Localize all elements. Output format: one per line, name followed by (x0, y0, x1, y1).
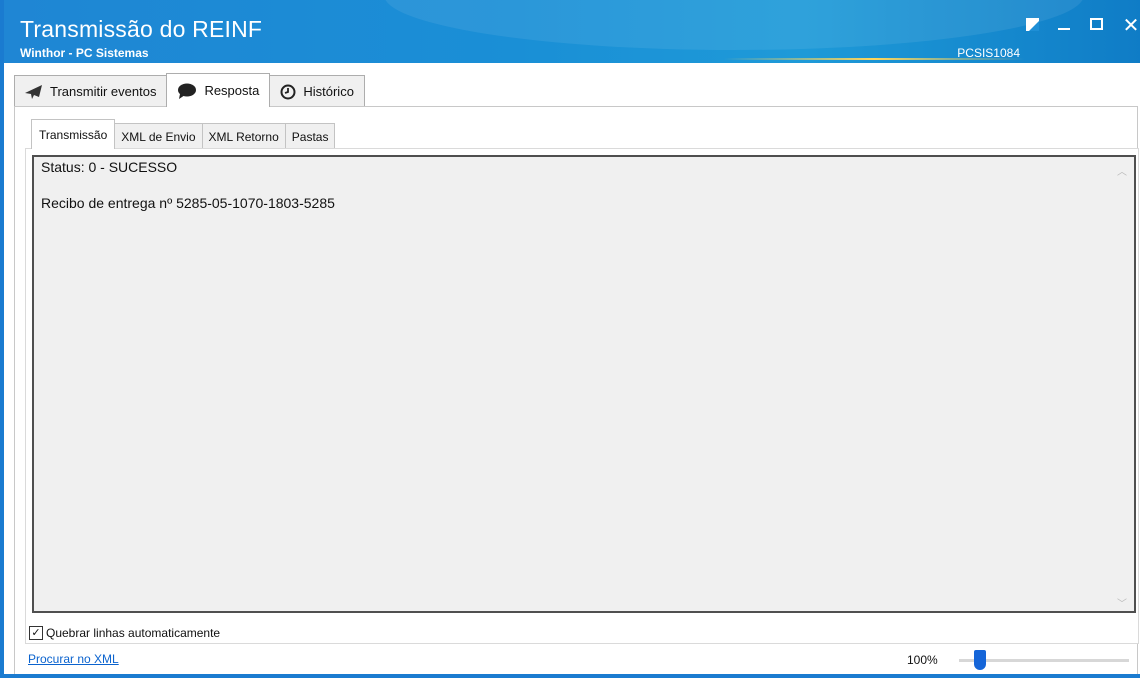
tab-transmissao[interactable]: Transmissão (31, 119, 116, 149)
receipt-line: Recibo de entrega nº 5285-05-1070-1803-5… (41, 195, 335, 211)
tab-label: Histórico (303, 84, 354, 99)
restore-button[interactable] (1026, 18, 1044, 34)
speech-bubble-icon (177, 83, 197, 99)
main-tab-strip: Transmitir eventos Resposta Histórico (14, 73, 365, 107)
tab-transmitir-eventos[interactable]: Transmitir eventos (14, 75, 168, 107)
search-xml-link[interactable]: Procurar no XML (28, 652, 119, 666)
routine-code: PCSIS1084 (957, 46, 1020, 60)
window-controls: ✕ (1026, 15, 1140, 37)
clock-icon (280, 84, 296, 100)
tab-label: Resposta (204, 83, 260, 98)
zoom-level-label: 100% (907, 653, 938, 667)
close-icon: ✕ (1122, 15, 1140, 37)
tab-xml-retorno[interactable]: XML Retorno (201, 123, 286, 149)
tab-label: Transmitir eventos (50, 84, 157, 99)
maximize-icon (1090, 18, 1103, 30)
zoom-slider-thumb[interactable] (974, 650, 986, 670)
checkmark-icon: ✓ (31, 626, 41, 639)
word-wrap-label: Quebrar linhas automaticamente (46, 626, 221, 640)
status-line: Status: 0 - SUCESSO (41, 159, 178, 175)
paper-plane-icon (25, 84, 43, 99)
app-title: Transmissão do REINF (20, 16, 263, 42)
tab-resposta[interactable]: Resposta (166, 73, 271, 107)
tab-pastas[interactable]: Pastas (284, 123, 336, 149)
window-bottom-border (4, 674, 1140, 678)
minimize-icon (1058, 28, 1070, 30)
app-window: Transmissão do REINF Winthor - PC Sistem… (0, 0, 1140, 678)
transmissao-panel: Status: 0 - SUCESSO Recibo de entrega nº… (25, 148, 1139, 644)
sub-tab-strip: Transmissão XML de Envio XML Retorno Pas… (31, 119, 336, 149)
minimize-button[interactable] (1058, 18, 1076, 34)
close-button[interactable]: ✕ (1122, 15, 1140, 37)
resposta-panel: Transmissão XML de Envio XML Retorno Pas… (14, 106, 1139, 676)
tab-xml-envio[interactable]: XML de Envio (114, 123, 203, 149)
scroll-up-arrow-icon[interactable]: ︿ (1116, 163, 1128, 178)
maximize-button[interactable] (1090, 18, 1108, 34)
word-wrap-option[interactable]: ✓ Quebrar linhas automaticamente (29, 626, 220, 640)
tab-historico[interactable]: Histórico (269, 75, 365, 107)
restore-icon (1026, 18, 1039, 31)
titlebar-decoration (384, 0, 1084, 50)
app-subtitle: Winthor - PC Sistemas (20, 46, 149, 60)
response-text-area[interactable]: Status: 0 - SUCESSO Recibo de entrega nº… (32, 155, 1136, 613)
word-wrap-checkbox[interactable]: ✓ (29, 626, 43, 640)
title-bar: Transmissão do REINF Winthor - PC Sistem… (4, 0, 1140, 63)
scroll-down-arrow-icon[interactable]: ﹀ (1116, 595, 1128, 610)
